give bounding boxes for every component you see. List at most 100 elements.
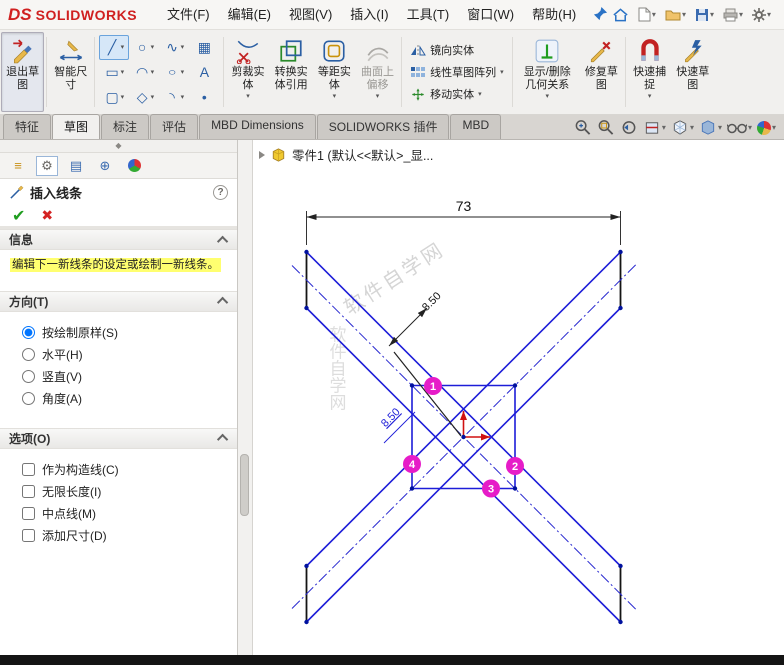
menu-item-4[interactable]: 工具(T) (398, 1, 459, 29)
sketch-point[interactable] (618, 620, 622, 624)
sketch-point[interactable] (304, 620, 308, 624)
sketch-canvas[interactable]: 软件自学网软件自学网 1234 738.508.50 (253, 140, 784, 655)
section-view-icon[interactable]: ▾ (643, 119, 666, 136)
option-checkbox-3[interactable]: 添加尺寸(D) (22, 527, 229, 544)
caret-icon[interactable]: ▾ (652, 10, 656, 19)
circle-tool[interactable]: ○▾ (129, 35, 159, 60)
quick-snaps-button[interactable]: 快速捕捉 ▾ (628, 32, 671, 112)
option-checkbox-2[interactable]: 中点线(M) (22, 505, 229, 522)
caret-icon[interactable]: ▾ (690, 123, 694, 132)
slot-tool[interactable]: ▢▾ (99, 85, 129, 110)
dimension-text[interactable]: 8.50 (379, 406, 403, 430)
ok-button[interactable]: ✔ (12, 206, 25, 226)
sketch-point[interactable] (618, 564, 622, 568)
sketch-pattern-tool[interactable]: ▦ (189, 35, 219, 60)
caret-icon[interactable]: ▾ (710, 10, 714, 19)
home-button[interactable] (609, 5, 632, 25)
options-button[interactable]: ▾ (749, 6, 774, 24)
dimension-text[interactable]: 8.50 (420, 290, 444, 314)
print-button[interactable]: ▾ (720, 6, 746, 24)
menu-item-3[interactable]: 插入(I) (341, 1, 397, 29)
exit-sketch-button[interactable]: 退出草图 (1, 32, 44, 112)
caret-icon[interactable]: ▾ (478, 90, 482, 98)
caret-icon[interactable]: ▾ (151, 68, 155, 76)
menu-item-2[interactable]: 视图(V) (280, 1, 341, 29)
view-orientation-icon[interactable]: ▾ (671, 119, 694, 136)
graphics-area[interactable]: 零件1 (默认<<默认>_显... 软件自学网软件自学网 1234 738.50… (253, 140, 784, 655)
linear-pattern-button[interactable]: 线性草图阵列 ▾ (408, 63, 506, 81)
display-delete-relations-button[interactable]: 显示/删除几何关系 ▾ (515, 32, 580, 112)
dimxpert-manager-tab[interactable]: ⊕ (94, 156, 116, 176)
expand-triangle-icon[interactable] (259, 151, 265, 159)
caret-icon[interactable]: ▾ (767, 10, 771, 19)
radio-input[interactable] (22, 370, 35, 383)
radio-input[interactable] (22, 348, 35, 361)
orientation-option-2[interactable]: 竖直(V) (22, 368, 229, 385)
mirror-entities-button[interactable]: 镜向实体 (408, 41, 506, 59)
zoom-fit-icon[interactable] (574, 119, 592, 136)
caret-icon[interactable]: ▾ (739, 10, 743, 19)
caret-icon[interactable]: ▾ (121, 93, 125, 101)
sketch-point[interactable] (618, 306, 622, 310)
orientation-option-3[interactable]: 角度(A) (22, 390, 229, 407)
fillet-tool[interactable]: ◝▾ (159, 85, 189, 110)
caret-icon[interactable]: ▾ (181, 93, 185, 101)
radio-input[interactable] (22, 392, 35, 405)
menu-item-5[interactable]: 窗口(W) (458, 1, 523, 29)
feature-tree-flyout[interactable]: 零件1 (默认<<默认>_显... (259, 145, 433, 164)
zoom-area-icon[interactable] (597, 119, 615, 136)
move-entities-button[interactable]: 移动实体 ▾ (408, 85, 506, 103)
sketch-point[interactable] (410, 486, 414, 490)
caret-icon[interactable]: ▾ (181, 43, 185, 51)
previous-view-icon[interactable] (620, 119, 638, 136)
caret-icon[interactable]: ▾ (121, 68, 125, 76)
surface-offset-button[interactable]: 曲面上偏移 ▾ (356, 32, 399, 112)
sketch-point[interactable] (410, 383, 414, 387)
tab-0[interactable]: 特征 (3, 114, 51, 139)
text-tool[interactable]: A (189, 60, 219, 85)
tab-3[interactable]: 评估 (150, 114, 198, 139)
caret-icon[interactable]: ▾ (682, 10, 686, 19)
tab-2[interactable]: 标注 (101, 114, 149, 139)
edit-appearance-icon[interactable]: ▾ (757, 121, 776, 135)
scrollbar-thumb[interactable] (240, 454, 249, 516)
orientation-section-header[interactable]: 方向(T) (0, 291, 237, 312)
caret-icon[interactable]: ▾ (662, 123, 666, 132)
spline-tool[interactable]: ∿▾ (159, 35, 189, 60)
cancel-button[interactable]: ✖ (41, 207, 53, 224)
menu-item-6[interactable]: 帮助(H) (523, 1, 585, 29)
help-icon[interactable]: ? (213, 185, 228, 200)
sketch-point[interactable] (304, 564, 308, 568)
checkbox-input[interactable] (22, 529, 35, 542)
caret-icon[interactable]: ▾ (333, 93, 337, 100)
sketch-point[interactable] (304, 250, 308, 254)
checkbox-input[interactable] (22, 485, 35, 498)
option-checkbox-1[interactable]: 无限长度(I) (22, 483, 229, 500)
smart-dimension-button[interactable]: 智能尺寸 (49, 32, 92, 112)
rectangle-tool[interactable]: ▭▾ (99, 60, 129, 85)
rapid-sketch-button[interactable]: 快速草图 (671, 32, 714, 112)
caret-icon[interactable]: ▾ (500, 68, 504, 76)
feature-tree-tab[interactable]: ≡ (7, 156, 29, 176)
hide-show-items-icon[interactable]: ▾ (727, 120, 752, 135)
message-section-header[interactable]: 信息 (0, 229, 237, 250)
caret-icon[interactable]: ▾ (121, 43, 125, 51)
polygon-tool[interactable]: ◇▾ (129, 85, 159, 110)
sketch-point[interactable] (461, 435, 465, 439)
tab-1[interactable]: 草图 (52, 114, 100, 139)
caret-icon[interactable]: ▾ (772, 123, 776, 132)
convert-entities-button[interactable]: 转换实体引用 (270, 32, 313, 112)
sketch-line[interactable] (389, 308, 427, 346)
caret-icon[interactable]: ▾ (648, 93, 652, 100)
trim-entities-button[interactable]: 剪裁实体 ▾ (226, 32, 269, 112)
tab-6[interactable]: MBD (450, 114, 501, 139)
save-button[interactable]: ▾ (692, 6, 717, 24)
caret-icon[interactable]: ▾ (151, 43, 155, 51)
open-button[interactable]: ▾ (662, 6, 689, 24)
caret-icon[interactable]: ▾ (718, 123, 722, 132)
tab-5[interactable]: SOLIDWORKS 插件 (317, 114, 450, 139)
configuration-manager-tab[interactable]: ▤ (65, 156, 87, 176)
arc-tool[interactable]: ◠▾ (129, 60, 159, 85)
new-document-button[interactable]: ▾ (635, 5, 659, 24)
point-tool[interactable]: • (189, 85, 219, 110)
